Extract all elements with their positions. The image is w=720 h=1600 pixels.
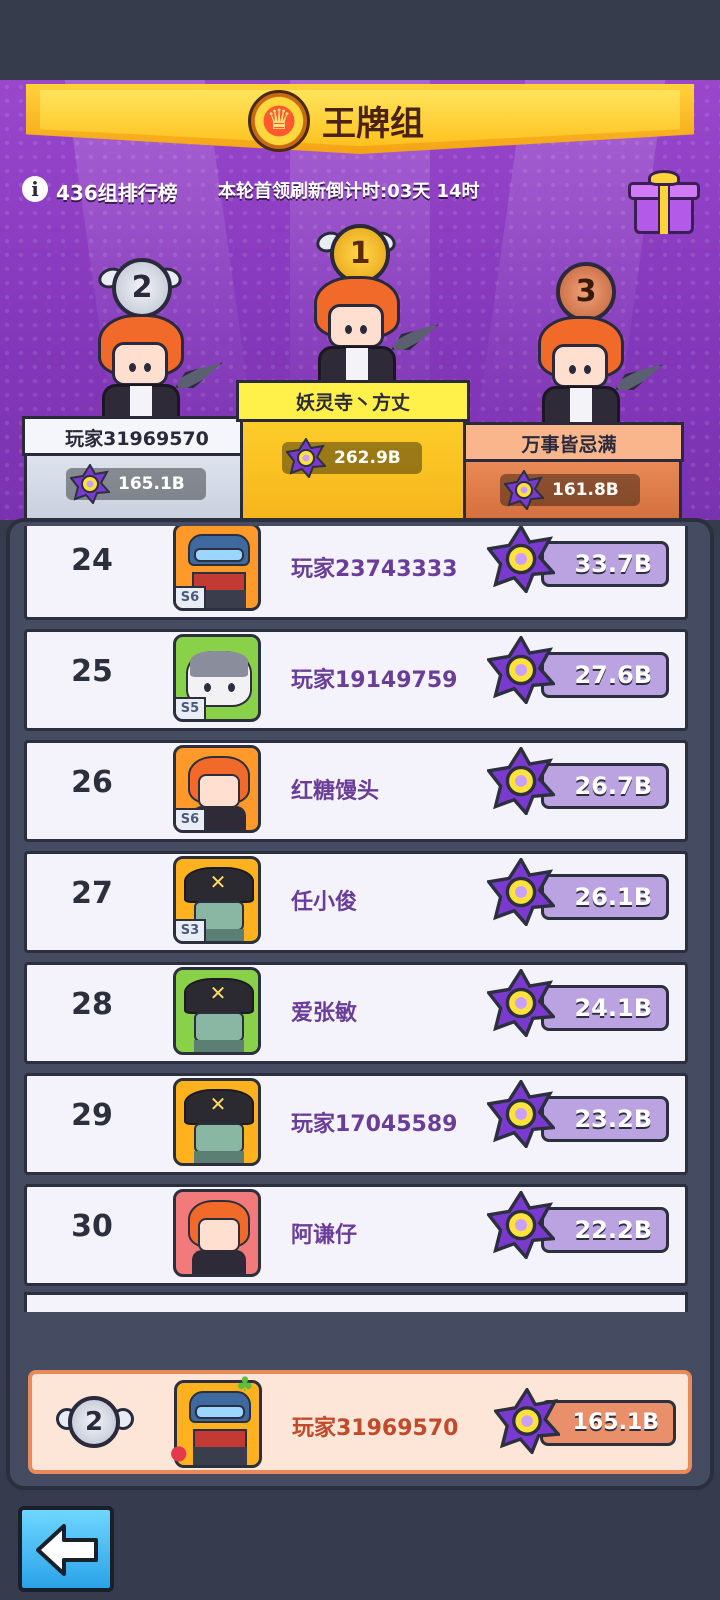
player-name: 爱张敏 — [291, 1001, 358, 1026]
score-gem-icon — [494, 1388, 560, 1454]
strawberry-icon: ● — [170, 1440, 188, 1464]
gift-icon[interactable] — [628, 170, 700, 234]
group-rank-label: 436组排行榜 — [56, 181, 178, 205]
player-avatar[interactable]: ✕ — [173, 1078, 261, 1166]
row-rank: 25 — [71, 654, 113, 689]
second-place-name: 玩家31969570 — [65, 428, 209, 450]
player-name: 红糖馒头 — [291, 779, 380, 804]
player-score: 23.2B — [541, 1096, 669, 1142]
table-row-partial[interactable] — [24, 1292, 688, 1312]
player-avatar[interactable] — [173, 1189, 261, 1277]
player-score: 22.2B — [541, 1207, 669, 1253]
player-score: 26.1B — [541, 874, 669, 920]
boss-refresh-timer: 本轮首领刷新倒计时:03天 14时 — [218, 181, 480, 202]
table-row[interactable]: 29 ✕ 玩家17045589 23.2B — [24, 1073, 688, 1175]
score-gem-icon — [504, 470, 544, 510]
third-place-name: 万事皆忌满 — [521, 434, 617, 456]
score-gem-icon — [70, 464, 110, 504]
score-gem-icon — [286, 438, 326, 478]
clover-icon: ♣ — [236, 1372, 254, 1396]
score-gem-icon — [487, 858, 555, 926]
table-row[interactable]: 30 阿谦仔 22.2B — [24, 1184, 688, 1286]
player-score: 24.1B — [541, 985, 669, 1031]
player-avatar[interactable]: S5 — [173, 634, 261, 722]
score-gem-icon — [487, 1080, 555, 1148]
player-name: 玩家19149759 — [291, 668, 458, 693]
score-gem-icon — [487, 526, 555, 593]
player-avatar[interactable]: ✕ — [173, 967, 261, 1055]
back-arrow-icon — [36, 1524, 98, 1576]
page-title: 王牌组 — [322, 104, 424, 144]
score-gem-icon — [487, 969, 555, 1037]
rank-1-medal: 1 — [330, 224, 390, 284]
my-rank-medal: 2 — [68, 1396, 120, 1448]
score-gem-icon — [487, 636, 555, 704]
info-icon[interactable]: i — [22, 176, 48, 202]
table-row[interactable]: 25 S5 玩家19149759 27.6B — [24, 629, 688, 731]
level-badge: S6 — [176, 586, 206, 608]
crown-emblem-icon — [248, 90, 310, 152]
row-rank: 26 — [71, 765, 113, 800]
player-name: 任小俊 — [291, 890, 358, 915]
level-badge: S6 — [176, 808, 206, 830]
player-avatar[interactable]: S6 — [173, 526, 261, 611]
row-rank: 30 — [71, 1209, 113, 1244]
score-gem-icon — [487, 1191, 555, 1259]
row-rank: 29 — [71, 1098, 113, 1133]
my-player-name: 玩家31969570 — [292, 1416, 459, 1441]
level-badge: S5 — [176, 697, 206, 719]
player-name: 玩家17045589 — [291, 1112, 458, 1137]
player-avatar[interactable]: ✕ S3 — [173, 856, 261, 944]
player-score: 33.7B — [541, 541, 669, 587]
table-row[interactable]: 27 ✕ S3 任小俊 26.1B — [24, 851, 688, 953]
back-button[interactable] — [18, 1506, 114, 1592]
score-gem-icon — [487, 747, 555, 815]
my-score: 165.1B — [540, 1400, 676, 1446]
player-avatar[interactable]: S6 — [173, 745, 261, 833]
rank-3-medal: 3 — [556, 262, 616, 322]
player-name: 阿谦仔 — [291, 1223, 358, 1248]
row-rank: 27 — [71, 876, 113, 911]
table-row[interactable]: 26 S6 红糖馒头 26.7B — [24, 740, 688, 842]
rank-2-medal: 2 — [112, 258, 172, 318]
player-score: 26.7B — [541, 763, 669, 809]
player-score: 27.6B — [541, 652, 669, 698]
leaderboard-list[interactable]: 24 S6 玩家23743333 33.7B 25 S5 玩家19149759 27.6B 26… — [20, 526, 692, 1336]
level-badge: S3 — [176, 919, 206, 941]
table-row[interactable]: 28 ✕ 爱张敏 24.1B — [24, 962, 688, 1064]
player-name: 玩家23743333 — [291, 557, 458, 582]
top-status-area — [0, 0, 720, 80]
row-rank: 28 — [71, 987, 113, 1022]
table-row[interactable]: 24 S6 玩家23743333 33.7B — [24, 526, 688, 620]
first-place-name: 妖灵寺丶方丈 — [295, 392, 410, 414]
row-rank: 24 — [71, 543, 113, 578]
